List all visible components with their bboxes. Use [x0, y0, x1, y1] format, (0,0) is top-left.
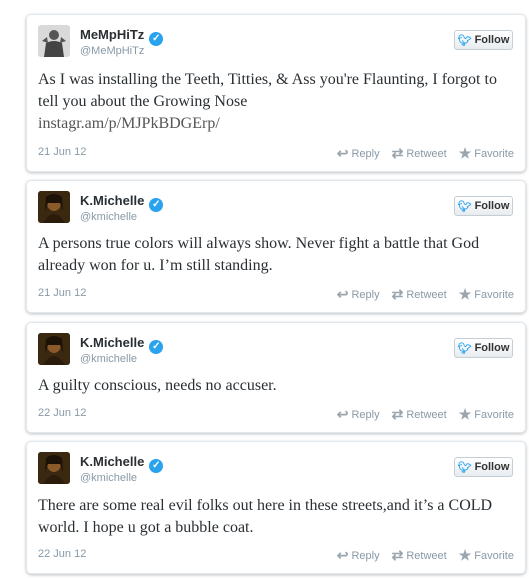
- tweet-date[interactable]: 21 Jun 12: [38, 146, 86, 158]
- reply-button[interactable]: ↩ Reply: [337, 145, 380, 162]
- reply-button[interactable]: ↩ Reply: [337, 406, 380, 423]
- reply-label: Reply: [351, 147, 380, 160]
- tweet-date[interactable]: 22 Jun 12: [38, 407, 86, 419]
- star-icon: ★: [458, 547, 472, 563]
- reply-icon: ↩: [336, 145, 349, 161]
- tweet-text: A persons true colors will always show. …: [38, 235, 480, 274]
- reply-button[interactable]: ↩ Reply: [337, 547, 380, 564]
- retweet-icon: ⇄: [391, 145, 404, 161]
- reply-label: Reply: [351, 549, 380, 562]
- tweet-card: K.Michelle ✓ @kmichelle 🐦︎ Follow A guilt…: [26, 322, 526, 433]
- tweet-card: K.Michelle ✓ @kmichelle 🐦︎ Follow A perso…: [26, 180, 526, 313]
- retweet-button[interactable]: ⇄ Retweet: [392, 286, 447, 303]
- retweet-icon: ⇄: [391, 547, 404, 563]
- follow-label: Follow: [474, 34, 510, 46]
- verified-badge-icon: ✓: [149, 340, 164, 354]
- author-name-text[interactable]: K.Michelle: [80, 454, 144, 469]
- avatar-image: [38, 191, 70, 223]
- verified-badge-icon: ✓: [149, 32, 164, 46]
- favorite-label: Favorite: [474, 288, 514, 301]
- tweet-actions: ↩ Reply ⇄ Retweet ★ Favorite: [337, 547, 514, 564]
- avatar[interactable]: [38, 25, 70, 57]
- author-name-text[interactable]: K.Michelle: [80, 193, 144, 208]
- tweet-date[interactable]: 21 Jun 12: [38, 287, 86, 299]
- retweet-button[interactable]: ⇄ Retweet: [392, 406, 447, 423]
- tweet-actions: ↩ Reply ⇄ Retweet ★ Favorite: [337, 406, 514, 423]
- favorite-button[interactable]: ★ Favorite: [459, 145, 514, 162]
- twitter-bird-icon: 🐦︎: [457, 34, 472, 47]
- avatar[interactable]: [38, 191, 70, 223]
- star-icon: ★: [458, 286, 472, 302]
- tweet-actions: ↩ Reply ⇄ Retweet ★ Favorite: [337, 145, 514, 162]
- favorite-button[interactable]: ★ Favorite: [459, 547, 514, 564]
- author-handle[interactable]: @kmichelle: [80, 353, 137, 365]
- avatar[interactable]: [38, 452, 70, 484]
- retweet-label: Retweet: [406, 147, 447, 160]
- follow-label: Follow: [474, 342, 510, 354]
- retweet-label: Retweet: [406, 408, 447, 421]
- follow-button[interactable]: 🐦︎ Follow: [454, 30, 513, 50]
- favorite-label: Favorite: [474, 408, 514, 421]
- author-name[interactable]: MeMpHiTz ✓: [80, 27, 164, 46]
- tweet-text: As I was installing the Teeth, Titties, …: [38, 69, 507, 135]
- tweet-date[interactable]: 22 Jun 12: [38, 548, 86, 560]
- reply-label: Reply: [351, 408, 380, 421]
- follow-button[interactable]: 🐦︎ Follow: [454, 196, 513, 216]
- retweet-label: Retweet: [406, 549, 447, 562]
- retweet-icon: ⇄: [391, 406, 404, 422]
- reply-icon: ↩: [336, 406, 349, 422]
- author-name-text[interactable]: MeMpHiTz: [80, 27, 144, 42]
- author-name[interactable]: K.Michelle ✓: [80, 335, 164, 354]
- verified-badge-icon: ✓: [149, 459, 164, 473]
- tweet-text: A guilty conscious, needs no accuser.: [38, 377, 277, 394]
- twitter-bird-icon: 🐦︎: [457, 342, 472, 355]
- author-name[interactable]: K.Michelle ✓: [80, 454, 164, 473]
- tweet-footer: 21 Jun 12 ↩ Reply ⇄ Retweet ★ Favorite: [38, 286, 514, 302]
- author-handle[interactable]: @MeMpHiTz: [80, 45, 144, 57]
- avatar[interactable]: [38, 333, 70, 365]
- favorite-label: Favorite: [474, 147, 514, 160]
- tweet-link[interactable]: instagr.am/p/MJPkBDGErp/: [38, 115, 220, 132]
- tweet-text: There are some real evil folks out here …: [38, 497, 493, 536]
- reply-icon: ↩: [336, 547, 349, 563]
- tweet-card: MeMpHiTz ✓ @MeMpHiTz 🐦︎ Follow As I was i…: [26, 14, 526, 172]
- favorite-button[interactable]: ★ Favorite: [459, 286, 514, 303]
- twitter-bird-icon: 🐦︎: [457, 200, 472, 213]
- author-name-text[interactable]: K.Michelle: [80, 335, 144, 350]
- follow-button[interactable]: 🐦︎ Follow: [454, 457, 513, 477]
- avatar-image: [38, 452, 70, 484]
- retweet-button[interactable]: ⇄ Retweet: [392, 145, 447, 162]
- reply-button[interactable]: ↩ Reply: [337, 286, 380, 303]
- follow-button[interactable]: 🐦︎ Follow: [454, 338, 513, 358]
- avatar-image: [38, 333, 70, 365]
- author-handle[interactable]: @kmichelle: [80, 211, 137, 223]
- author-name[interactable]: K.Michelle ✓: [80, 193, 164, 212]
- reply-icon: ↩: [336, 286, 349, 302]
- follow-label: Follow: [474, 461, 510, 473]
- tweet-footer: 22 Jun 12 ↩ Reply ⇄ Retweet ★ Favorite: [38, 547, 514, 563]
- star-icon: ★: [458, 406, 472, 422]
- tweet-footer: 21 Jun 12 ↩ Reply ⇄ Retweet ★ Favorite: [38, 145, 514, 161]
- tweet-card: K.Michelle ✓ @kmichelle 🐦︎ Follow There a…: [26, 441, 526, 574]
- retweet-icon: ⇄: [391, 286, 404, 302]
- verified-badge-icon: ✓: [149, 198, 164, 212]
- avatar-image: [38, 25, 70, 57]
- tweet-actions: ↩ Reply ⇄ Retweet ★ Favorite: [337, 286, 514, 303]
- follow-label: Follow: [474, 200, 510, 212]
- favorite-label: Favorite: [474, 549, 514, 562]
- retweet-button[interactable]: ⇄ Retweet: [392, 547, 447, 564]
- author-handle[interactable]: @kmichelle: [80, 472, 137, 484]
- reply-label: Reply: [351, 288, 380, 301]
- tweet-body: As I was installing the Teeth, Titties, …: [38, 71, 497, 110]
- favorite-button[interactable]: ★ Favorite: [459, 406, 514, 423]
- star-icon: ★: [458, 145, 472, 161]
- retweet-label: Retweet: [406, 288, 447, 301]
- tweet-footer: 22 Jun 12 ↩ Reply ⇄ Retweet ★ Favorite: [38, 406, 514, 422]
- twitter-bird-icon: 🐦︎: [457, 461, 472, 474]
